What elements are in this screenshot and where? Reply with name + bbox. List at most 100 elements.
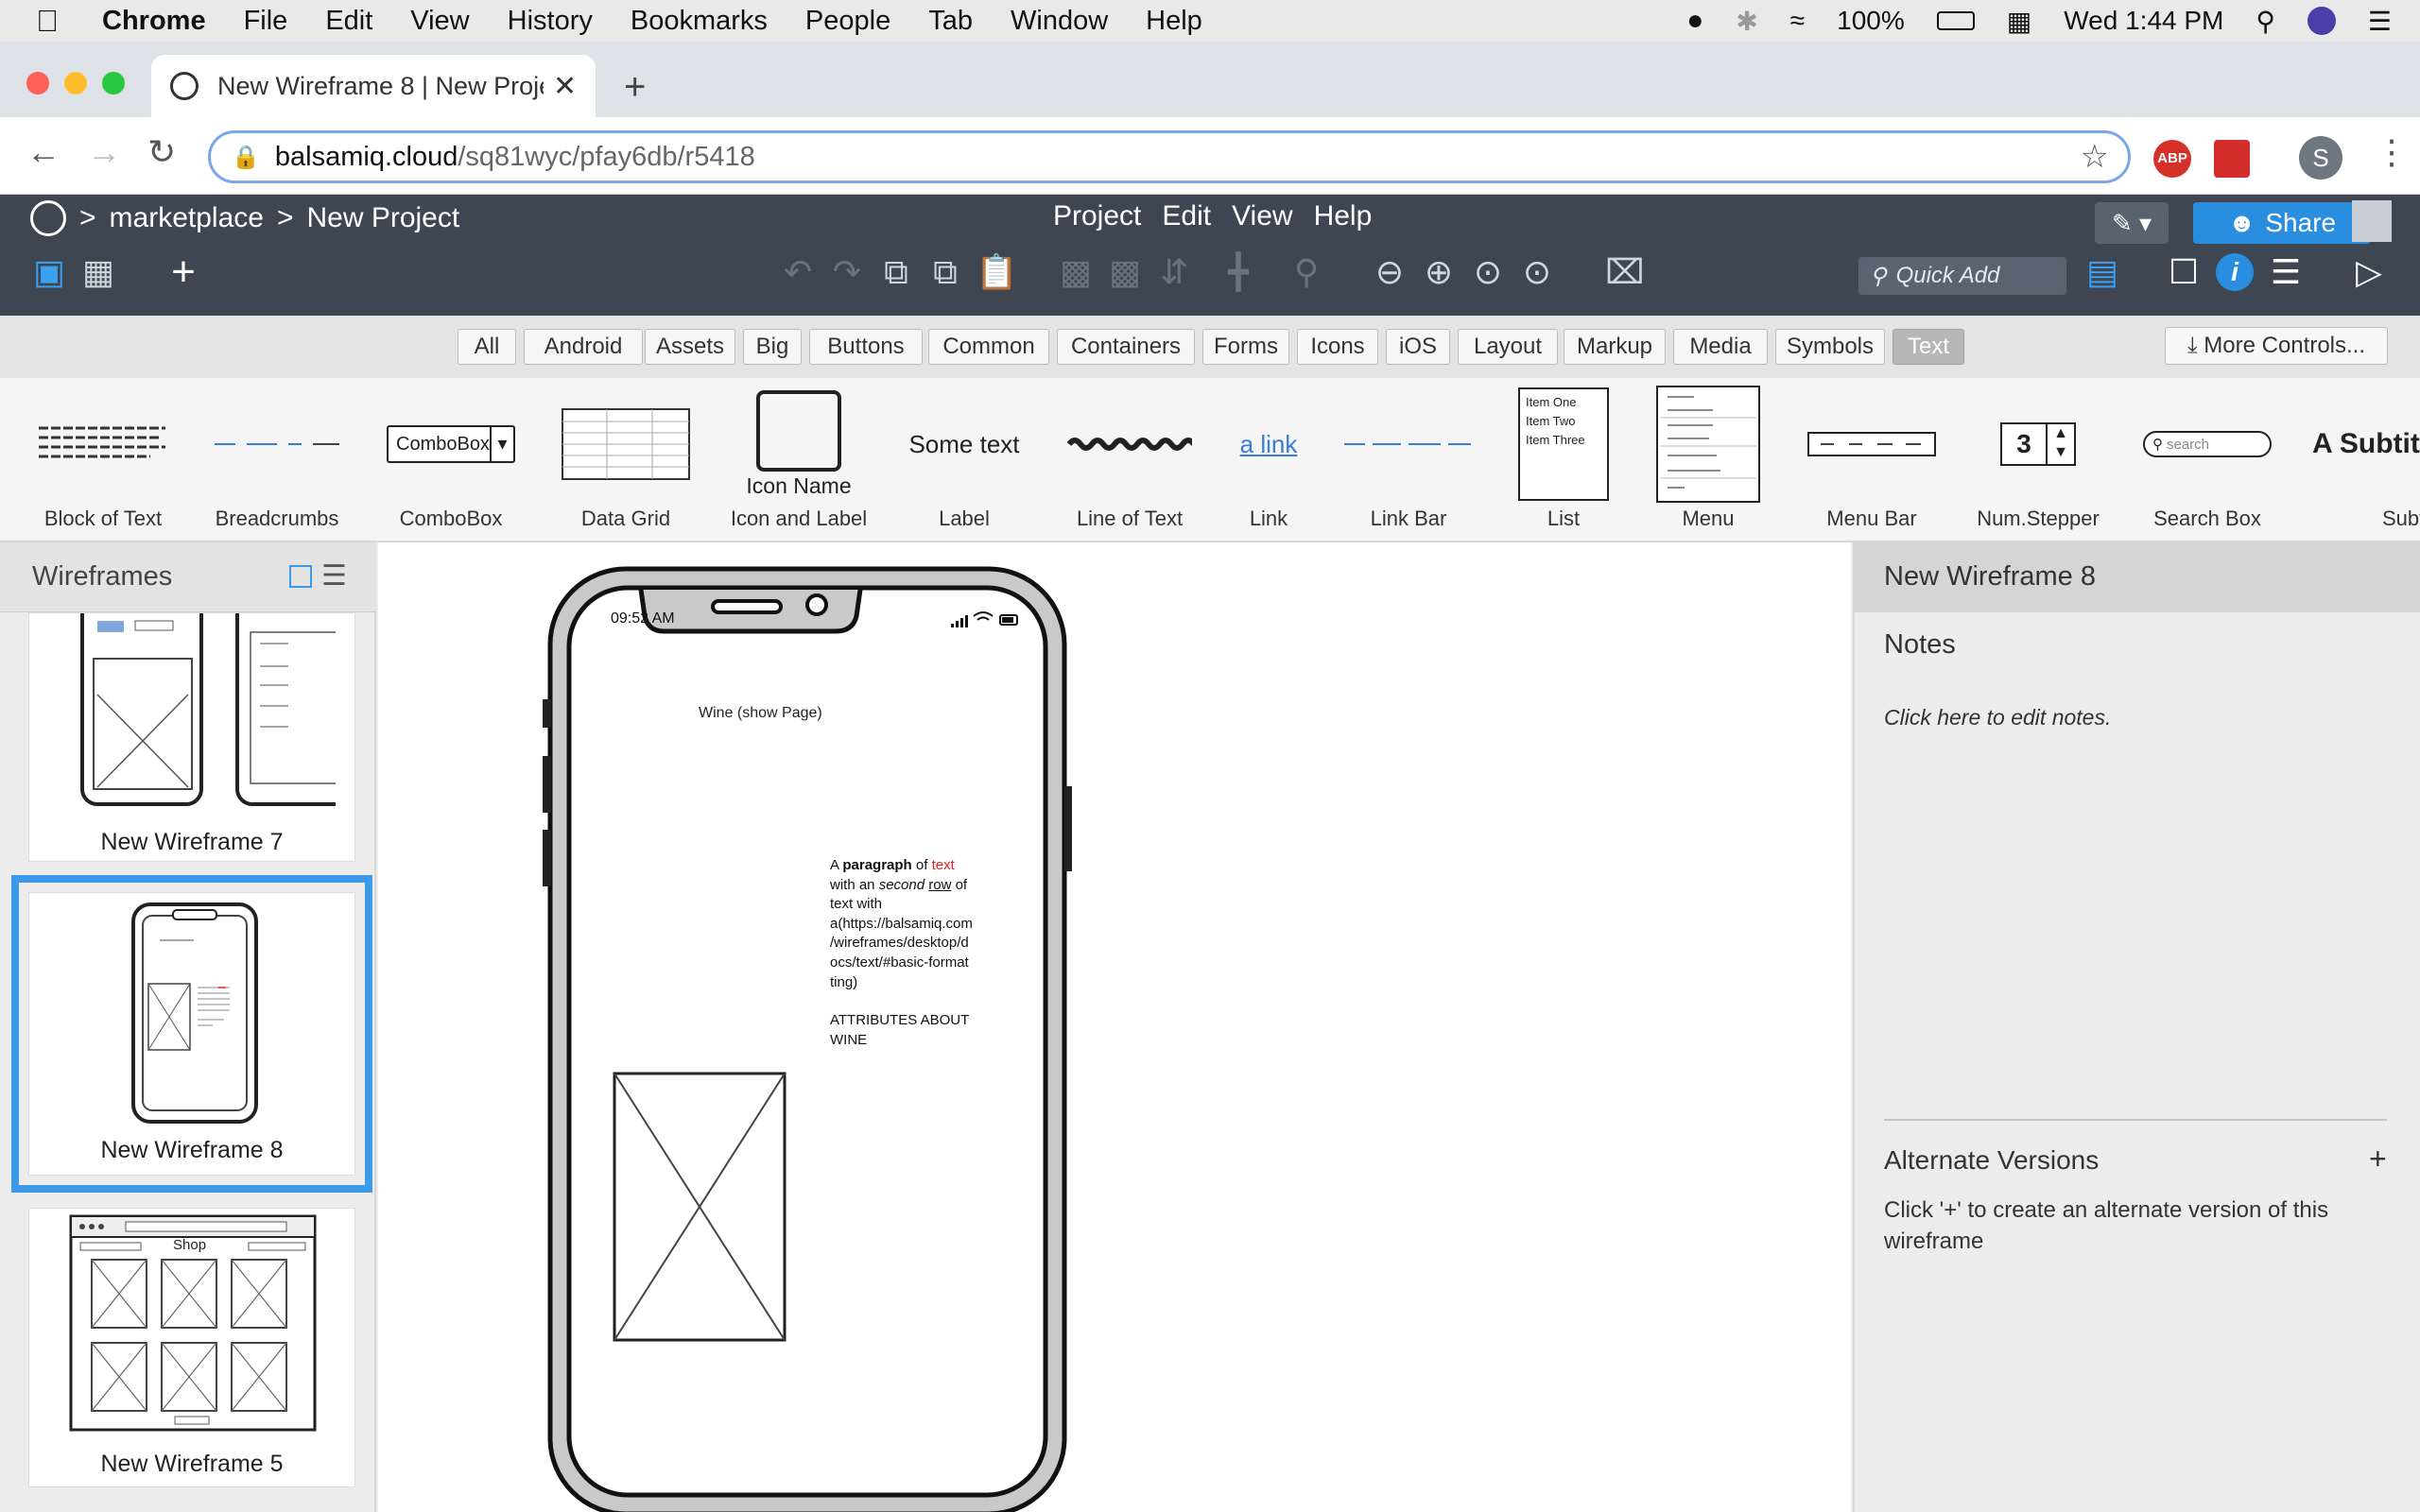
lib-data-grid[interactable]: Data Grid: [562, 378, 690, 542]
profile-avatar[interactable]: S: [2299, 136, 2342, 180]
list-view-icon[interactable]: ☰: [321, 559, 347, 593]
lib-menu[interactable]: Menu: [1656, 378, 1760, 542]
comments-icon[interactable]: ☐: [2165, 253, 2203, 291]
paste-icon[interactable]: 📋: [976, 253, 1018, 291]
category-layout[interactable]: Layout: [1458, 329, 1558, 365]
mac-menu-help[interactable]: Help: [1146, 6, 1202, 37]
breadcrumb-project[interactable]: New Project: [306, 202, 459, 234]
browser-tab[interactable]: New Wireframe 8 | New Project ✕: [151, 55, 596, 117]
wifi-icon[interactable]: ≈: [1790, 6, 1805, 36]
category-android[interactable]: Android: [524, 329, 643, 365]
zoom-fit-icon[interactable]: ⊙: [1518, 253, 1556, 291]
mac-menu-bookmarks[interactable]: Bookmarks: [631, 6, 768, 37]
menu-help[interactable]: Help: [1314, 200, 1373, 232]
battery-icon[interactable]: [1936, 11, 1975, 30]
share-button[interactable]: ☻ Share: [2193, 202, 2371, 244]
actual-size-icon[interactable]: ⊙: [1469, 253, 1507, 291]
menu-clock[interactable]: Wed 1:44 PM: [2064, 6, 2223, 36]
lib-search-box[interactable]: ⚲ search Search Box: [2142, 378, 2273, 542]
canvas[interactable]: 09:52 AM Wine (show Page) A paragraph of…: [378, 542, 1851, 1512]
breadcrumb-marketplace[interactable]: marketplace: [110, 202, 264, 234]
acrobat-extension-icon[interactable]: [2214, 140, 2250, 178]
category-media[interactable]: Media: [1673, 329, 1768, 365]
category-icons[interactable]: Icons: [1297, 329, 1378, 365]
bluetooth-icon[interactable]: ✱: [1736, 6, 1757, 37]
duplicate-icon[interactable]: ⧉: [926, 253, 964, 291]
forward-arrow-icon[interactable]: →: [87, 132, 121, 172]
grid-view-icon[interactable]: ▦: [79, 253, 117, 291]
lib-list[interactable]: Item One Item Two Item Three List: [1518, 378, 1609, 542]
align-icon[interactable]: ╋: [1219, 253, 1257, 291]
mac-menu-view[interactable]: View: [410, 6, 469, 37]
chrome-menu-icon[interactable]: ⋮: [2375, 132, 2409, 172]
quick-add-input[interactable]: ⚲ Quick Add: [1858, 257, 2066, 295]
category-buttons[interactable]: Buttons: [809, 329, 923, 365]
paragraph-text[interactable]: A paragraph of text with an second row o…: [830, 856, 1019, 992]
reload-icon[interactable]: ↻: [147, 132, 176, 172]
category-assets[interactable]: Assets: [645, 329, 735, 365]
balsamiq-logo-icon[interactable]: [30, 200, 66, 236]
menu-view[interactable]: View: [1232, 200, 1292, 232]
ungroup-icon[interactable]: ▩: [1106, 253, 1144, 291]
category-containers[interactable]: Containers: [1057, 329, 1195, 365]
wireframe-thumb-5[interactable]: Shop New Wireframe 5: [28, 1208, 355, 1487]
add-alternate-version-button[interactable]: +: [2369, 1142, 2387, 1177]
category-all[interactable]: All: [458, 329, 516, 365]
undo-icon[interactable]: ↶: [779, 253, 817, 291]
category-ios[interactable]: iOS: [1386, 329, 1450, 365]
category-big[interactable]: Big: [743, 329, 802, 365]
arrange-icon[interactable]: ⇵: [1155, 253, 1193, 291]
lock-icon[interactable]: 🔒: [232, 144, 260, 171]
properties-icon[interactable]: ☰: [2267, 253, 2305, 291]
siri-icon[interactable]: [2307, 7, 2336, 35]
lock-control-icon[interactable]: ⚲: [1288, 253, 1325, 291]
lib-menu-bar[interactable]: Menu Bar: [1807, 378, 1936, 542]
lib-block-of-text[interactable]: Block of Text: [34, 378, 172, 542]
bookmark-star-icon[interactable]: ☆: [2081, 138, 2109, 176]
info-icon[interactable]: i: [2216, 253, 2254, 291]
menu-edit[interactable]: Edit: [1162, 200, 1211, 232]
adblock-extension-icon[interactable]: ABP: [2153, 140, 2191, 178]
menu-project[interactable]: Project: [1053, 200, 1141, 232]
play-icon[interactable]: ▷: [2350, 253, 2388, 291]
keyboard-icon[interactable]: ▦: [2007, 6, 2031, 37]
tab-close-icon[interactable]: ✕: [553, 70, 577, 103]
window-close-button[interactable]: [26, 72, 49, 94]
address-bar[interactable]: 🔒 balsamiq.cloud/sq81wyc/pfay6db/r5418 ☆: [208, 130, 2131, 183]
category-text[interactable]: Text: [1893, 329, 1964, 365]
redo-icon[interactable]: ↷: [828, 253, 866, 291]
category-markup[interactable]: Markup: [1564, 329, 1666, 365]
lib-link[interactable]: a link Link: [1233, 378, 1305, 542]
lib-line-of-text[interactable]: Line of Text: [1064, 378, 1195, 542]
wireframe-thumb-7[interactable]: New Wireframe 7: [28, 612, 355, 862]
lib-icon-and-label[interactable]: Icon Name Icon and Label: [731, 378, 867, 542]
attributes-text[interactable]: ATTRIBUTES ABOUT WINE: [830, 1011, 1019, 1050]
more-controls-button[interactable]: ⤓ More Controls...: [2165, 327, 2388, 365]
group-icon[interactable]: ▩: [1057, 253, 1095, 291]
apple-icon[interactable]: : [36, 4, 74, 39]
copy-icon[interactable]: ⧉: [877, 253, 915, 291]
category-forms[interactable]: Forms: [1202, 329, 1289, 365]
mac-menu-history[interactable]: History: [508, 6, 593, 37]
mac-menu-tab[interactable]: Tab: [928, 6, 973, 37]
page-title-label[interactable]: Wine (show Page): [699, 705, 822, 722]
spotlight-search-icon[interactable]: ⚲: [2256, 6, 2275, 37]
zoom-out-icon[interactable]: ⊖: [1371, 253, 1409, 291]
battery-percent[interactable]: 100%: [1837, 6, 1905, 36]
lib-label[interactable]: Some text Label: [908, 378, 1021, 542]
inspector-title[interactable]: New Wireframe 8: [1884, 561, 2096, 593]
user-avatar[interactable]: [2352, 200, 2392, 242]
notification-center-icon[interactable]: ☰: [2368, 6, 2392, 37]
wireframe-thumb-8[interactable]: New Wireframe 8: [11, 875, 372, 1193]
back-arrow-icon[interactable]: ←: [26, 132, 60, 172]
lib-breadcrumbs[interactable]: Breadcrumbs: [208, 378, 346, 542]
new-tab-button[interactable]: +: [624, 66, 646, 109]
single-view-icon[interactable]: ▣: [30, 253, 68, 291]
category-symbols[interactable]: Symbols: [1775, 329, 1885, 365]
category-common[interactable]: Common: [928, 329, 1049, 365]
present-icon[interactable]: ▤: [2083, 253, 2121, 291]
mac-menu-file[interactable]: File: [244, 6, 288, 37]
lib-num-stepper[interactable]: 3 ▲ ▼ Num.Stepper: [1977, 378, 2100, 542]
mac-menu-window[interactable]: Window: [1011, 6, 1108, 37]
mac-menu-app[interactable]: Chrome: [102, 6, 206, 37]
